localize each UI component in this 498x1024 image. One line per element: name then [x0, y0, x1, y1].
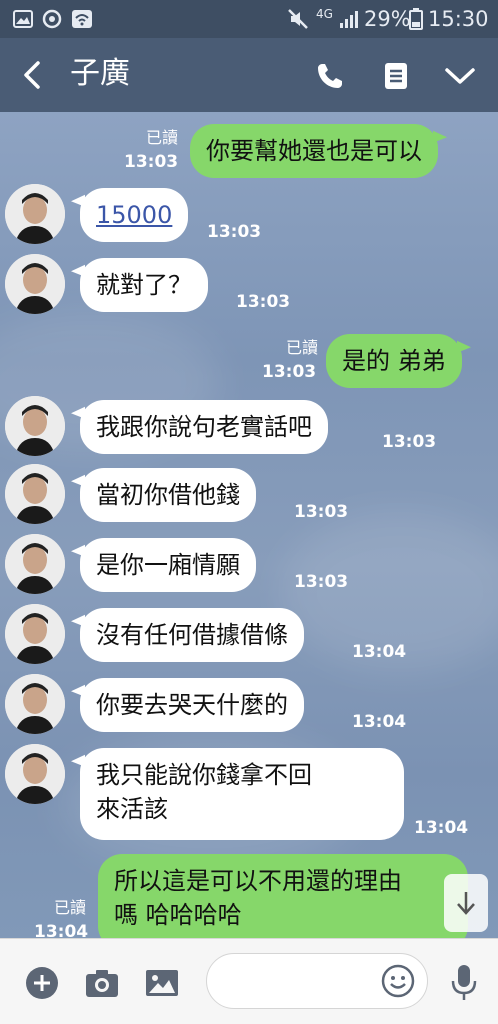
message-time: 13:03 [262, 362, 317, 382]
wifi-icon [70, 9, 94, 29]
chevron-left-icon [24, 61, 40, 89]
message-line: 所以這是可以不用還的理由 [114, 867, 402, 895]
avatar[interactable] [5, 464, 65, 524]
message-time: 13:03 [124, 152, 179, 172]
message-time: 13:03 [294, 572, 349, 592]
message-bubble-incoming[interactable]: 你要去哭天什麼的 [80, 678, 304, 732]
phone-icon [318, 64, 342, 88]
message-time: 13:03 [236, 292, 291, 312]
gallery-button[interactable] [144, 965, 180, 1001]
avatar[interactable] [5, 396, 65, 456]
message-time: 13:03 [294, 502, 349, 522]
message-bubble-outgoing[interactable]: 所以這是可以不用還的理由 嗎 哈哈哈哈 [98, 854, 468, 938]
message-line: 嗎 哈哈哈哈 [114, 901, 242, 929]
call-button[interactable] [310, 56, 350, 96]
message-bubble-incoming[interactable]: 15000 [80, 188, 189, 242]
chat-header: 子廣 [0, 38, 498, 112]
contact-photo [5, 184, 65, 244]
gallery-notification-icon [12, 9, 34, 29]
read-receipt: 已讀 [285, 338, 318, 357]
add-button[interactable] [24, 965, 60, 1001]
chat-title: 子廣 [70, 56, 130, 91]
camera-button[interactable] [84, 965, 120, 1001]
chevron-down-icon [445, 68, 475, 84]
network-type: 4G [316, 7, 333, 21]
battery-percent: 29% [364, 7, 411, 31]
emoji-button[interactable] [380, 963, 416, 999]
message-line: 來活該 [96, 795, 168, 823]
status-bar: 4G 29% 15:30 [0, 0, 498, 38]
battery-icon [408, 8, 424, 30]
clock: 15:30 [428, 7, 489, 31]
signal-icon [338, 9, 360, 29]
read-receipt: 已讀 [53, 898, 86, 917]
message-time: 13:04 [414, 818, 469, 838]
back-button[interactable] [14, 56, 50, 94]
avatar[interactable] [5, 254, 65, 314]
number-link[interactable]: 15000 [96, 201, 172, 229]
message-time: 13:04 [34, 922, 89, 938]
contact-photo [5, 396, 65, 456]
mute-icon [286, 9, 310, 29]
message-bubble-incoming[interactable]: 沒有任何借據借條 [80, 608, 304, 662]
contact-photo [5, 254, 65, 314]
avatar[interactable] [5, 534, 65, 594]
avatar[interactable] [5, 744, 65, 804]
avatar[interactable] [5, 604, 65, 664]
microphone-icon [451, 965, 477, 1000]
sync-icon [40, 9, 64, 29]
message-bubble-outgoing[interactable]: 是的 弟弟 [326, 334, 462, 388]
message-bubble-outgoing[interactable]: 你要幫她還也是可以 [190, 124, 438, 178]
message-bubble-incoming[interactable]: 是你一廂情願 [80, 538, 256, 592]
message-time: 13:03 [207, 222, 262, 242]
image-icon [146, 970, 178, 996]
notes-icon [385, 63, 407, 89]
message-bubble-incoming[interactable]: 就對了？ [80, 258, 208, 312]
plus-icon [26, 967, 58, 999]
smiley-icon [381, 964, 415, 998]
voice-button[interactable] [446, 965, 482, 1001]
message-bubble-incoming[interactable]: 當初你借他錢 [80, 468, 256, 522]
message-time: 13:04 [352, 642, 407, 662]
avatar[interactable] [5, 184, 65, 244]
notes-button[interactable] [376, 56, 416, 96]
message-bubble-incoming[interactable]: 我跟你說句老實話吧 [80, 400, 328, 454]
avatar[interactable] [5, 674, 65, 734]
contact-photo [5, 534, 65, 594]
contact-photo [5, 464, 65, 524]
message-line: 我只能說你錢拿不回 [96, 761, 312, 789]
menu-button[interactable] [440, 56, 480, 96]
arrow-down-icon [457, 892, 475, 915]
read-receipt: 已讀 [145, 128, 178, 147]
contact-photo [5, 604, 65, 664]
message-time: 13:04 [352, 712, 407, 732]
contact-photo [5, 744, 65, 804]
contact-photo [5, 674, 65, 734]
message-time: 13:03 [382, 432, 437, 452]
chat-area[interactable]: 已讀 13:03 你要幫她還也是可以 15000 13:03 就對了？ 13:0… [0, 112, 498, 938]
camera-icon [86, 970, 118, 997]
scroll-to-bottom-button[interactable] [444, 874, 488, 932]
message-input-bar [0, 938, 498, 1024]
message-bubble-incoming[interactable]: 我只能說你錢拿不回 來活該 [80, 748, 404, 840]
